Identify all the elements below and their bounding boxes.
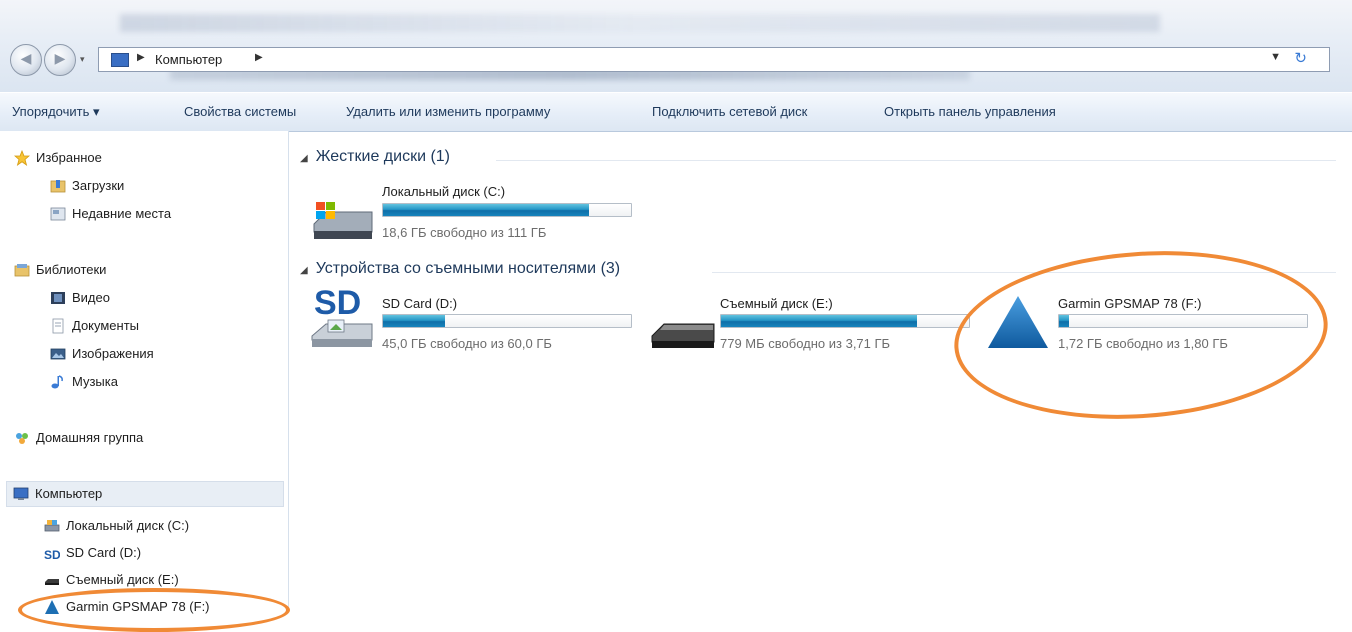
breadcrumb-arrow-icon[interactable]: ▶ [255,52,263,63]
video-icon [51,292,65,304]
recent-places-icon [50,207,66,221]
system-properties-button[interactable]: Свойства системы [184,104,296,119]
sd-card-reader-icon [311,319,373,347]
drive-free-space: 45,0 ГБ свободно из 60,0 ГБ [382,336,552,351]
sidebar-item-label: Недавние места [72,206,172,221]
blurred-menu-bar [120,14,1160,32]
computer-icon [13,487,29,500]
group-divider [496,160,1336,161]
removable-group-header[interactable]: ◢ Устройства со съемными носителями (3) [300,260,620,278]
drive-usage-bar [720,314,970,328]
uninstall-program-button[interactable]: Удалить или изменить программу [346,104,550,119]
organize-button[interactable]: Упорядочить ▾ [12,104,100,120]
forward-button[interactable]: ▶ [44,44,76,76]
drive-usage-fill [383,315,445,327]
breadcrumb-computer[interactable]: Компьютер [155,52,222,67]
hard-drive-icon [44,520,60,532]
address-bar[interactable]: ▶ Компьютер ▶ ▼ ↻ [98,47,1330,72]
drive-free-space: 18,6 ГБ свободно из 111 ГБ [382,225,547,240]
sidebar-item-label: Документы [72,318,140,333]
sidebar-item-label: Съемный диск (E:) [66,572,179,587]
sidebar-item-label: Локальный диск (C:) [66,518,190,533]
sidebar-item-label: Изображения [72,346,154,361]
open-control-panel-button[interactable]: Открыть панель управления [884,104,1056,119]
hard-drive-icon [313,202,373,239]
command-bar: Упорядочить ▾ Свойства системы Удалить и… [0,92,1352,132]
recent-pages-dropdown[interactable]: ▾ [80,54,85,65]
collapse-triangle-icon[interactable]: ◢ [300,153,308,164]
sidebar-item-label: Библиотеки [36,262,107,277]
hard-disks-group-header[interactable]: ◢ Жесткие диски (1) [300,148,450,166]
drive-name: SD Card (D:) [382,296,458,311]
sidebar-item-label: Избранное [36,150,102,165]
drive-usage-bar [382,314,632,328]
sd-card-icon: SD [44,548,60,561]
drive-usage-bar [382,203,632,217]
sd-logo-text: SD [314,284,362,322]
homegroup-icon [16,433,28,444]
sidebar-item-label: SD Card (D:) [66,545,142,560]
address-dropdown-icon[interactable]: ▼ [1270,51,1281,63]
libraries-icon [14,264,30,277]
pictures-icon [50,348,66,360]
navigation-pane: Избранное Загрузки Недавние места Библио… [0,131,289,614]
drive-usage-fill [721,315,917,327]
sidebar-item-label: Музыка [72,374,118,389]
computer-icon [111,53,129,67]
collapse-triangle-icon[interactable]: ◢ [300,265,308,276]
forward-arrow-icon: ▶ [54,50,66,66]
highlight-circle-sidebar [18,588,290,632]
map-network-drive-button[interactable]: Подключить сетевой диск [652,104,807,119]
back-button[interactable]: ◀ [10,44,42,76]
sidebar-item-label: Загрузки [72,178,125,193]
drive-name: Съемный диск (E:) [720,296,833,311]
sidebar-item-computer[interactable]: Компьютер [6,481,284,507]
drive-free-space: 779 МБ свободно из 3,71 ГБ [720,336,891,351]
removable-drive-icon [651,323,715,348]
star-icon [14,150,30,166]
window-titlebar: ◀ ▶ ▾ ▶ Компьютер ▶ ▼ ↻ [0,0,1352,92]
back-arrow-icon: ◀ [20,50,32,66]
drive-name: Локальный диск (C:) [382,184,506,199]
highlight-circle-drive [948,239,1334,431]
downloads-folder-icon [50,180,66,193]
document-icon [52,318,64,334]
sidebar-item-label: Компьютер [35,486,103,501]
music-note-icon [51,375,63,389]
removable-drive-icon [45,579,59,585]
group-title: Жесткие диски (1) [315,148,450,165]
group-title: Устройства со съемными носителями (3) [315,260,621,277]
sidebar-item-label: Видео [72,290,110,305]
refresh-icon[interactable]: ↻ [1294,49,1307,67]
svg-text:SD: SD [44,548,60,561]
drive-usage-fill [383,204,589,216]
breadcrumb-arrow-icon[interactable]: ▶ [137,52,145,63]
sidebar-item-label: Домашняя группа [36,430,144,445]
